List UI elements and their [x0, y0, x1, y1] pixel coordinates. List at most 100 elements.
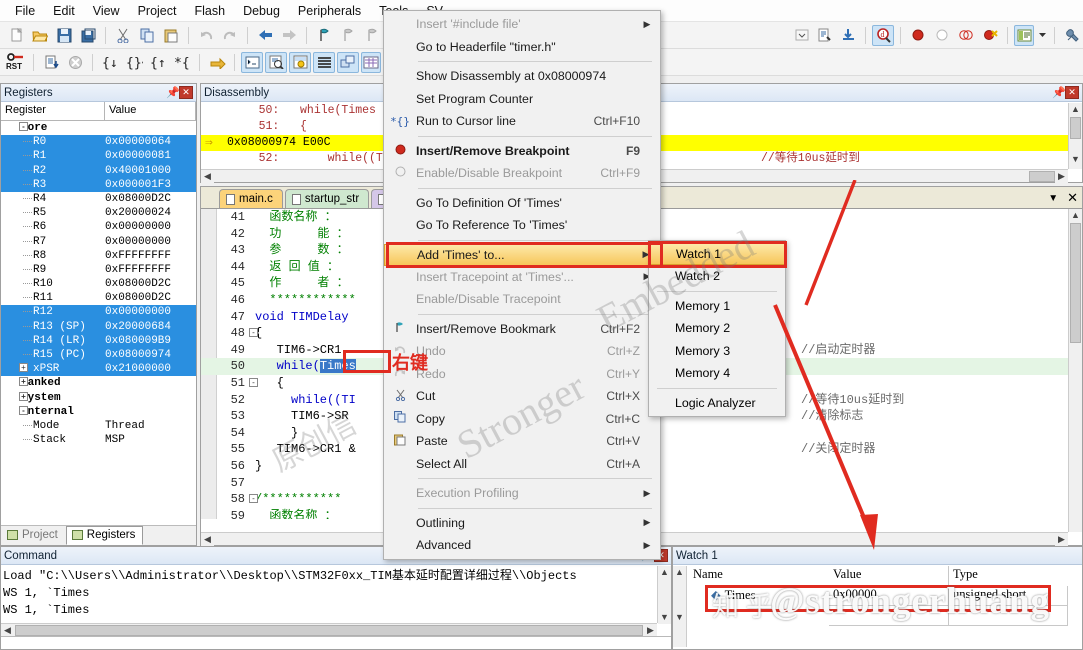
paste-icon[interactable] — [160, 25, 182, 46]
watch-row[interactable] — [689, 606, 1068, 626]
register-row[interactable]: + xPSR 0x21000000 — [1, 362, 196, 377]
tree-toggle-icon[interactable]: - — [19, 405, 28, 415]
menu-item-file[interactable]: File — [6, 2, 44, 20]
command-output[interactable]: Load "C:\\Users\\Administrator\\Desktop\… — [1, 566, 657, 623]
toolbar-overflow-dropdown-icon[interactable] — [793, 25, 811, 46]
register-row[interactable]: - Core — [1, 121, 196, 135]
scroll-thumb[interactable] — [15, 624, 643, 636]
scroll-up-icon[interactable]: ▲ — [658, 566, 671, 579]
kill-breakpoints-icon[interactable] — [979, 25, 1001, 46]
window-layout-icon[interactable] — [1014, 24, 1034, 46]
sidebar-tab-registers[interactable]: Registers — [65, 526, 144, 545]
register-row[interactable]: R14 (LR) 0x080009B9 — [1, 333, 196, 348]
tree-toggle-icon[interactable]: + — [19, 377, 28, 387]
disable-breakpoint-icon[interactable] — [931, 25, 953, 46]
left-panel-tabs[interactable]: Project Registers — [1, 525, 196, 545]
submenu-item-watch-2[interactable]: Watch 2 — [649, 265, 785, 288]
tree-toggle-icon[interactable]: - — [19, 122, 28, 131]
save-all-icon[interactable] — [77, 25, 99, 46]
submenu-item-watch-1[interactable]: Watch 1 — [649, 243, 785, 265]
scroll-right-icon[interactable]: ▶ — [1055, 533, 1068, 546]
scroll-thumb[interactable] — [1070, 117, 1081, 139]
back-icon[interactable] — [254, 25, 276, 46]
scroll-right-icon[interactable]: ▶ — [1055, 169, 1068, 183]
copy-icon[interactable] — [136, 25, 158, 46]
register-row[interactable]: + System — [1, 391, 196, 405]
reset-icon[interactable]: RST — [5, 52, 27, 73]
watch-window-icon[interactable] — [361, 51, 381, 73]
step-over-icon[interactable]: {}↷ — [123, 52, 145, 73]
submenu-item-memory-3[interactable]: Memory 3 — [649, 340, 785, 363]
context-menu-item-insert-remove-bookmark[interactable]: Insert/Remove Bookmark Ctrl+F2 — [384, 318, 660, 341]
run-icon[interactable] — [40, 52, 62, 73]
context-menu-item-enable-disable-breakpoint[interactable]: Enable/Disable Breakpoint Ctrl+F9 — [384, 162, 660, 185]
command-hscrollbar[interactable]: ◀ ▶ — [1, 623, 657, 637]
context-menu-item-cut[interactable]: Cut Ctrl+X — [384, 385, 660, 408]
chevron-down-icon[interactable]: ▼ — [1048, 193, 1058, 204]
scroll-down-icon[interactable]: ▼ — [658, 611, 671, 624]
scroll-up-icon[interactable]: ▲ — [673, 566, 686, 579]
submenu-item-logic-analyzer[interactable]: Logic Analyzer — [649, 392, 785, 415]
close-icon[interactable]: ✕ — [179, 86, 193, 99]
watch-name[interactable]: ◆ Times — [689, 586, 829, 606]
scroll-left-icon[interactable]: ◀ — [1, 623, 14, 637]
register-row[interactable]: R1 0x00000081 — [1, 149, 196, 164]
register-row[interactable]: Stack MSP — [1, 433, 196, 447]
submenu-item-memory-4[interactable]: Memory 4 — [649, 362, 785, 385]
register-row[interactable]: Mode Thread — [1, 419, 196, 433]
menu-item-project[interactable]: Project — [129, 2, 186, 20]
register-row[interactable]: R9 0xFFFFFFFF — [1, 263, 196, 277]
add-to-submenu[interactable]: Watch 1 Watch 2 Memory 1 Memory 2 Memory 3 Me… — [648, 240, 786, 417]
context-menu-item-paste[interactable]: Paste Ctrl+V — [384, 430, 660, 453]
register-row[interactable]: R12 0x00000000 — [1, 305, 196, 320]
context-menu-item-outlining[interactable]: Outlining ▶ — [384, 512, 660, 535]
scroll-thumb[interactable] — [1070, 223, 1081, 343]
scroll-up-icon[interactable]: ▲ — [1069, 103, 1082, 116]
disassembly-vscrollbar[interactable]: ▲ ▼ — [1068, 103, 1082, 169]
watch-vscrollbar[interactable]: ▲ ▼ — [673, 566, 687, 647]
close-icon[interactable]: ✕ — [1067, 190, 1078, 206]
layout-dropdown-icon[interactable] — [1036, 25, 1048, 46]
watch-row[interactable]: ◆ Times 0x00000 unsigned short — [689, 586, 1068, 606]
context-menu-item-add-times-to[interactable]: Add 'Times' to... ▶ — [384, 243, 660, 266]
selected-token[interactable]: Times — [319, 359, 356, 374]
build-icon[interactable] — [813, 25, 835, 46]
register-row[interactable]: R8 0xFFFFFFFF — [1, 249, 196, 263]
scroll-up-icon[interactable]: ▲ — [1069, 209, 1082, 222]
registers-window-icon[interactable] — [313, 51, 335, 73]
close-icon[interactable]: ✕ — [1065, 86, 1079, 99]
symbols-window-icon[interactable] — [289, 51, 311, 73]
editor-tab-main-c[interactable]: main.c — [219, 189, 283, 208]
register-row[interactable]: R11 0x08000D2C — [1, 291, 196, 305]
command-vscrollbar[interactable]: ▲ ▼ — [657, 566, 671, 624]
submenu-item-memory-2[interactable]: Memory 2 — [649, 317, 785, 340]
register-row[interactable]: R0 0x00000064 — [1, 135, 196, 150]
download-icon[interactable] — [837, 25, 859, 46]
show-pc-icon[interactable] — [206, 52, 228, 73]
context-menu-item-insert-include-file[interactable]: Insert '#include file' ▶ — [384, 13, 660, 36]
register-row[interactable]: R3 0x000001F3 — [1, 177, 196, 192]
configure-icon[interactable] — [1061, 25, 1083, 46]
bookmark-icon[interactable] — [313, 25, 335, 46]
watch-value[interactable]: 0x00000 — [829, 586, 949, 606]
command-window-icon[interactable] — [241, 51, 263, 73]
register-row[interactable]: R4 0x08000D2C — [1, 192, 196, 206]
context-menu-item-go-to-headerfile-timer-h[interactable]: Go to Headerfile "timer.h" — [384, 36, 660, 59]
scroll-down-icon[interactable]: ▼ — [1069, 153, 1082, 166]
context-menu-item-set-program-counter[interactable]: Set Program Counter — [384, 88, 660, 111]
context-menu-item-advanced[interactable]: Advanced ▶ — [384, 534, 660, 557]
open-folder-icon[interactable] — [29, 25, 51, 46]
editor-tab-startup-str[interactable]: startup_str — [284, 189, 370, 208]
menu-item-flash[interactable]: Flash — [185, 2, 234, 20]
register-row[interactable]: R6 0x00000000 — [1, 220, 196, 234]
register-row[interactable]: R7 0x00000000 — [1, 235, 196, 249]
register-row[interactable]: R10 0x08000D2C — [1, 277, 196, 291]
watch-value[interactable] — [829, 606, 949, 626]
scroll-right-icon[interactable]: ▶ — [644, 623, 657, 637]
disassembly-window-icon[interactable] — [265, 51, 287, 73]
context-menu-item-go-to-definition-of-times[interactable]: Go To Definition Of 'Times' — [384, 192, 660, 215]
new-file-icon[interactable] — [5, 25, 27, 46]
register-row[interactable]: - Internal — [1, 405, 196, 419]
step-into-icon[interactable]: {↓} — [99, 52, 121, 73]
scroll-thumb[interactable] — [1029, 170, 1055, 182]
